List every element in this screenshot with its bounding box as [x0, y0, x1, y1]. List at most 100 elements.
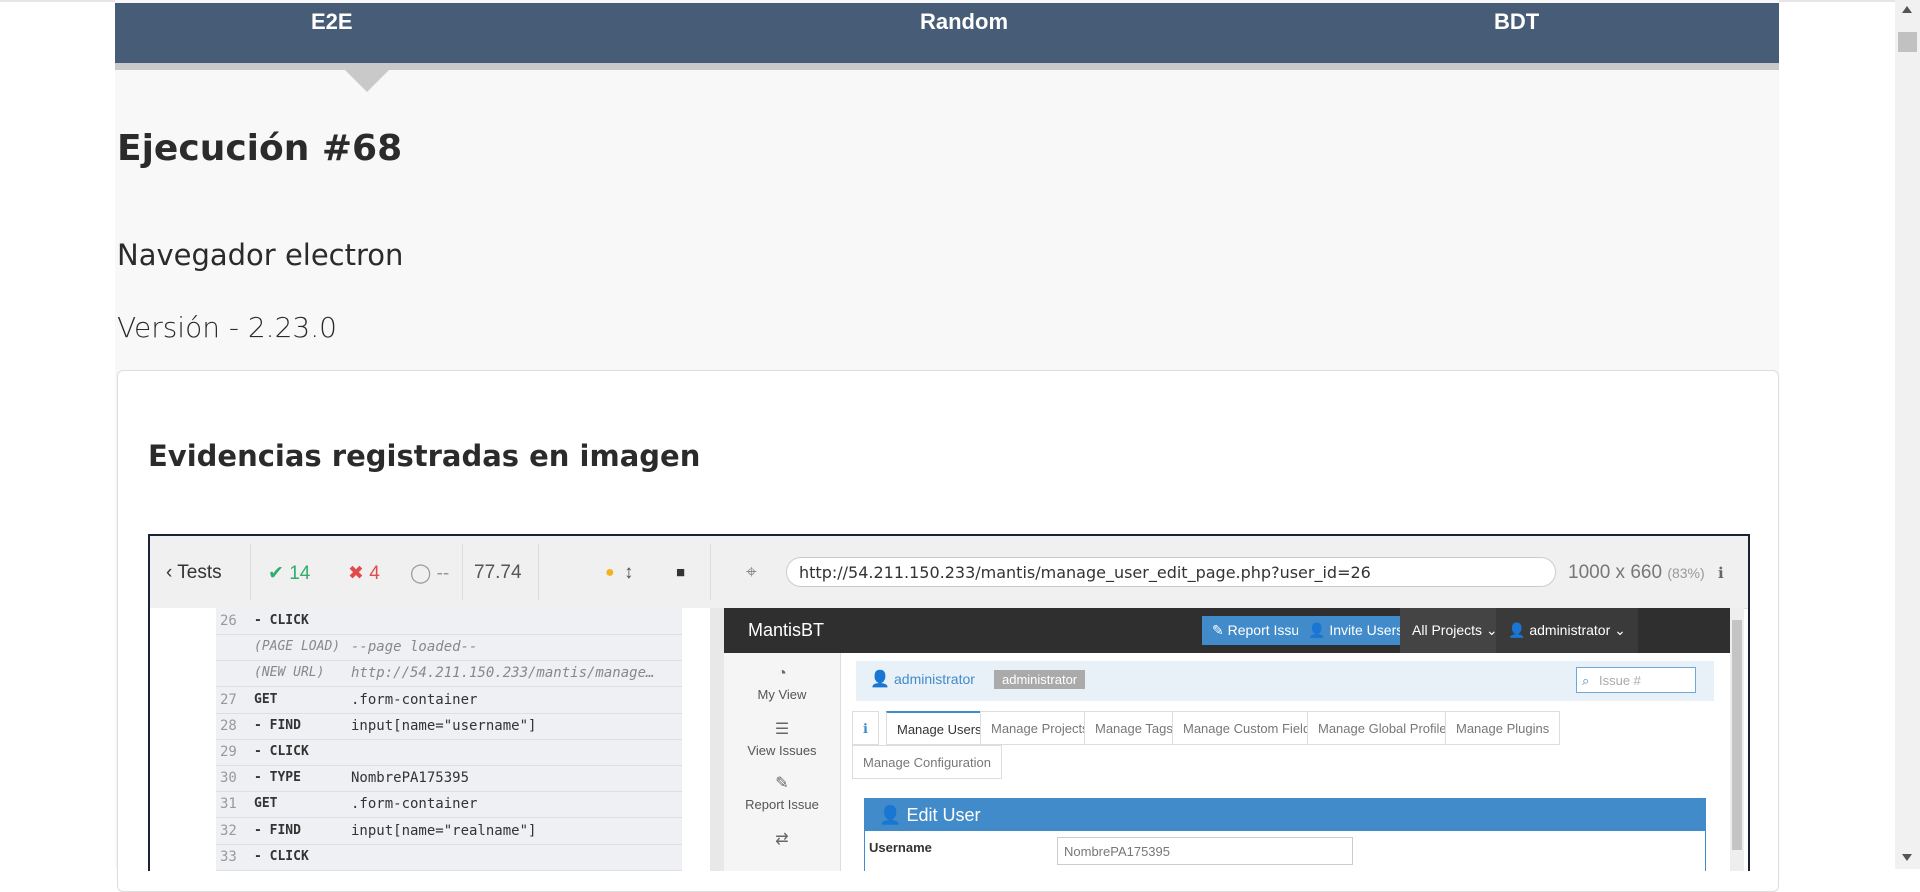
nav-underline [115, 63, 1779, 70]
active-tab-caret [345, 70, 389, 92]
evidence-screenshot: ‹ Tests ✔ 14 ✖ 4 ◯ -- 77.74 ● ↕ ■ ⌖ http… [148, 534, 1750, 871]
user-plus-icon: 👤 [1308, 622, 1326, 638]
command-name: (NEW URL) [254, 665, 325, 681]
tab-manage-plugins[interactable]: Manage Plugins [1445, 711, 1561, 745]
command-arg: .form-container [351, 691, 478, 708]
command-list: 26 - CLICK (PAGE LOAD) --page loaded-- (NEW … [216, 608, 682, 871]
username-field[interactable]: NombrePA175395 [1057, 837, 1353, 865]
autoscroll-icon[interactable]: ↕ [624, 562, 634, 584]
user-icon: 👤 [879, 805, 902, 825]
command-row[interactable]: 32 - FIND input[name="realname"] [216, 818, 682, 845]
x-icon: ✖ [348, 563, 364, 584]
command-row[interactable]: (PAGE LOAD) --page loaded-- [216, 634, 682, 662]
command-arg: .form-container [351, 796, 478, 813]
command-row[interactable]: 30 - TYPE NombrePA175395 [216, 765, 682, 793]
command-name: GET [254, 691, 278, 707]
scroll-up-icon[interactable] [1902, 6, 1912, 13]
command-arg: input[name="username"] [351, 717, 537, 734]
info-icon[interactable]: ℹ [1718, 564, 1724, 582]
manage-tabs: ℹ Manage Users Manage Projects Manage Ta… [852, 711, 1718, 781]
command-row[interactable]: 28 - FIND input[name="username"] [216, 713, 682, 740]
command-number: 32 [220, 822, 237, 839]
command-name: - TYPE [254, 770, 301, 786]
failed-count: ✖ 4 [348, 563, 380, 584]
tab-e2e[interactable]: E2E [311, 9, 353, 35]
info-icon[interactable]: ℹ [852, 711, 879, 745]
command-name: - FIND [254, 717, 301, 733]
command-arg: http://54.211.150.233/mantis/manage… [351, 665, 655, 682]
pane-divider[interactable] [710, 608, 724, 871]
command-number: 30 [220, 770, 237, 787]
passed-count: ✔ 14 [268, 563, 311, 584]
version-label: Versión - 2.23.0 [117, 311, 337, 344]
evidence-heading: Evidencias registradas en imagen [148, 439, 701, 473]
tab-manage-projects[interactable]: Manage Projects [980, 711, 1100, 745]
mantis-logo[interactable]: MantisBT [748, 620, 824, 641]
stop-icon[interactable]: ■ [676, 564, 685, 581]
command-number: 31 [220, 796, 237, 813]
app-preview: MantisBT ✎ Report Issue 👤 Invite Users A… [724, 608, 1730, 871]
command-row[interactable]: 27 GET .form-container [216, 687, 682, 714]
sidebar-item-report-issue[interactable]: ✎ Report Issue [724, 773, 840, 812]
browser-label: Navegador electron [117, 238, 404, 272]
command-name: (PAGE LOAD) [254, 639, 341, 655]
command-arg: --page loaded-- [351, 639, 478, 656]
user-icon: 👤 [870, 671, 890, 688]
edit-icon: ✎ [1212, 622, 1224, 638]
command-number: 26 [220, 613, 237, 629]
issue-search-input[interactable]: ⌕ Issue # [1576, 667, 1696, 693]
retweet-icon: ⇄ [775, 831, 789, 848]
access-level-badge: administrator [994, 670, 1086, 689]
app-scrollbar[interactable] [1730, 608, 1744, 871]
tab-manage-configuration[interactable]: Manage Configuration [852, 745, 1002, 779]
check-icon: ✔ [268, 563, 284, 584]
tab-manage-tags[interactable]: Manage Tags [1084, 711, 1184, 745]
tab-manage-users[interactable]: Manage Users [886, 711, 993, 745]
tests-button[interactable]: ‹ Tests [166, 562, 222, 584]
breadcrumb-user[interactable]: administrator [894, 671, 975, 687]
command-name: - CLICK [254, 744, 309, 759]
tab-manage-global-profiles[interactable]: Manage Global Profiles [1307, 711, 1465, 745]
search-icon: ⌕ [1582, 673, 1590, 688]
page-scrollbar[interactable] [1895, 0, 1920, 869]
duration: 77.74 [474, 562, 522, 583]
tab-random[interactable]: Random [920, 9, 1008, 35]
breadcrumb: 👤 administrator administrator ⌕ Issue # [856, 661, 1714, 701]
list-icon: ☰ [774, 721, 790, 738]
command-name: - CLICK [254, 848, 309, 864]
command-number: 29 [220, 744, 237, 760]
scroll-down-icon[interactable] [1902, 854, 1912, 861]
command-row[interactable]: 26 - CLICK [216, 608, 682, 635]
selector-playground-icon[interactable]: ⌖ [746, 562, 757, 584]
command-row[interactable]: 29 - CLICK [216, 739, 682, 766]
test-type-nav: E2E Random BDT [115, 3, 1779, 63]
user-menu[interactable]: 👤 administrator ⌄ [1496, 608, 1638, 653]
command-row[interactable]: 33 - CLICK [216, 844, 682, 871]
chevron-down-icon: ⌄ [1614, 622, 1626, 638]
tab-manage-custom-fields[interactable]: Manage Custom Fields [1172, 711, 1328, 745]
scroll-thumb[interactable] [1898, 32, 1917, 52]
pending-count: ◯ -- [410, 563, 450, 584]
command-name: GET [254, 796, 278, 812]
dashboard-icon: ◔ [777, 665, 787, 682]
sidebar-item-changelog[interactable]: ⇄ [724, 829, 840, 853]
tab-bdt[interactable]: BDT [1494, 9, 1539, 35]
command-name: - FIND [254, 822, 301, 838]
all-projects-dropdown[interactable]: All Projects ⌄ [1400, 608, 1510, 653]
status-dot-icon: ● [605, 564, 615, 581]
user-icon: 👤 [1508, 622, 1526, 638]
command-row[interactable]: 31 GET .form-container [216, 791, 682, 819]
runner-header: ‹ Tests ✔ 14 ✖ 4 ◯ -- 77.74 ● ↕ ■ ⌖ http… [150, 536, 1748, 609]
command-row[interactable]: (NEW URL) http://54.211.150.233/mantis/ma… [216, 660, 682, 688]
url-bar: http://54.211.150.233/mantis/manage_user… [786, 557, 1556, 587]
invite-users-button[interactable]: 👤 Invite Users [1298, 616, 1414, 645]
sidebar-item-my-view[interactable]: ◔ My View [724, 665, 840, 702]
command-log: 26 - CLICK (PAGE LOAD) --page loaded-- (NEW … [150, 608, 710, 871]
viewport-size: 1000 x 660 (83%) [1568, 562, 1705, 583]
sidebar-item-view-issues[interactable]: ☰ View Issues [724, 719, 840, 758]
pending-circle-icon: ◯ [410, 563, 432, 584]
mantis-header: MantisBT ✎ Report Issue 👤 Invite Users A… [724, 608, 1730, 653]
chevron-left-icon: ‹ [166, 562, 173, 583]
command-number: 27 [220, 691, 237, 708]
command-name: - CLICK [254, 613, 309, 628]
